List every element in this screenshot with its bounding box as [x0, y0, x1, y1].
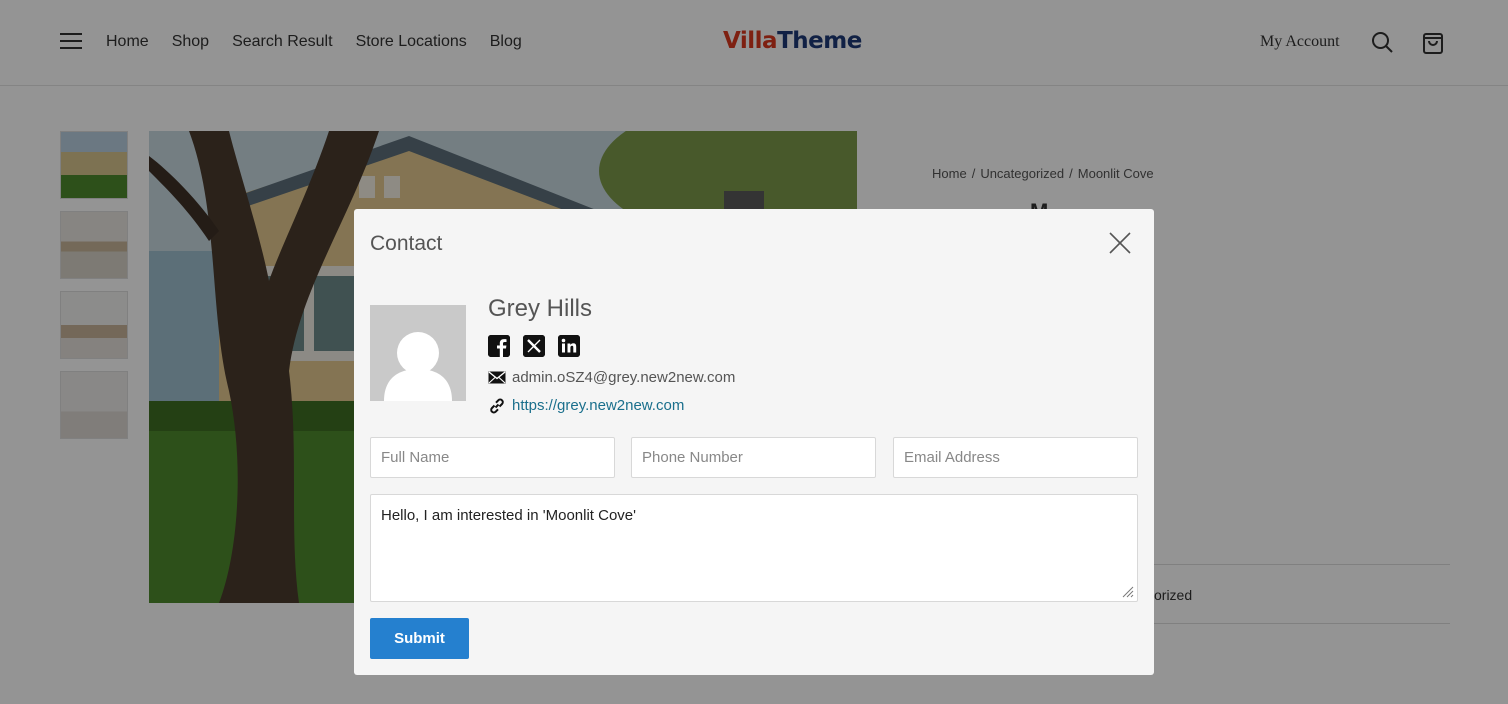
modal-title: Contact: [370, 232, 443, 255]
social-links: [488, 335, 580, 357]
linkedin-icon[interactable]: [558, 335, 580, 357]
close-icon[interactable]: [1108, 231, 1132, 255]
link-icon: [488, 398, 506, 414]
agent-email-row: admin.oSZ4@grey.new2new.com: [488, 369, 735, 386]
submit-button[interactable]: Submit: [370, 618, 469, 659]
contact-modal: Contact Grey Hills admin.oSZ4@grey.new2n…: [354, 209, 1154, 675]
full-name-input[interactable]: [370, 437, 615, 478]
resize-handle-icon[interactable]: [1122, 586, 1134, 598]
agent-name: Grey Hills: [488, 295, 593, 322]
x-icon[interactable]: [523, 335, 545, 357]
avatar: [370, 305, 466, 401]
message-textarea[interactable]: [370, 494, 1138, 602]
agent-website-row: https://grey.new2new.com: [488, 397, 684, 414]
agent-website-link[interactable]: https://grey.new2new.com: [512, 397, 684, 414]
agent-email[interactable]: admin.oSZ4@grey.new2new.com: [512, 369, 735, 386]
phone-number-input[interactable]: [631, 437, 876, 478]
envelope-icon: [488, 370, 506, 386]
facebook-icon[interactable]: [488, 335, 510, 357]
email-address-input[interactable]: [893, 437, 1138, 478]
